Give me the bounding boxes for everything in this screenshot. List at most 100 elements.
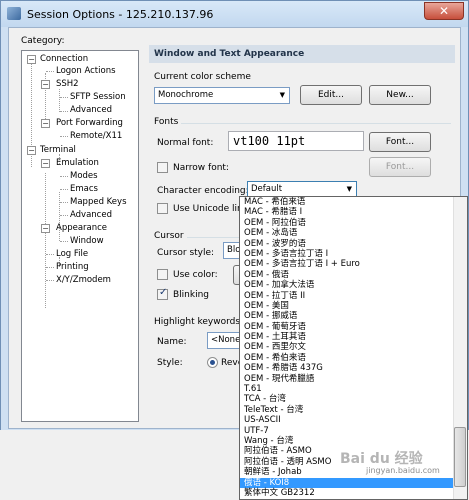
tree-connector xyxy=(60,97,68,98)
encoding-option[interactable]: MAC - 希腊语 I xyxy=(240,207,467,217)
category-label: Category: xyxy=(21,36,65,46)
fonts-label: Fonts xyxy=(154,117,179,127)
style-reverse-radio[interactable] xyxy=(207,357,218,368)
tree-item-log-file[interactable]: Log File xyxy=(56,249,88,260)
encoding-option[interactable]: OEM - 加拿大法语 xyxy=(240,280,467,290)
use-color-label: Use color: xyxy=(173,270,218,280)
tree-item-connection[interactable]: Connection xyxy=(40,54,88,65)
narrow-font-label: Narrow font: xyxy=(173,163,229,173)
tree-item-terminal[interactable]: Terminal xyxy=(40,145,76,156)
collapse-toggle[interactable]: − xyxy=(27,146,36,155)
title-bar[interactable]: Session Options - 125.210.137.96 ✕ xyxy=(1,1,468,27)
cursor-style-label: Cursor style: xyxy=(157,248,215,258)
tree-item-window[interactable]: Window xyxy=(70,236,104,247)
collapse-toggle[interactable]: − xyxy=(41,119,50,128)
tree-item-xyzmodem[interactable]: X/Y/Zmodem xyxy=(56,275,111,286)
cursor-label: Cursor xyxy=(154,231,184,241)
tree-item-appearance[interactable]: Appearance xyxy=(56,223,107,234)
encoding-option[interactable]: OEM - 現代希臘語 xyxy=(240,374,467,384)
tree-item-mapped-keys[interactable]: Mapped Keys xyxy=(70,197,127,208)
use-color-checkbox[interactable] xyxy=(157,269,168,280)
blinking-label: Blinking xyxy=(173,290,210,300)
encoding-option[interactable]: OEM - 拉丁语 II xyxy=(240,291,467,301)
narrow-font-checkbox[interactable] xyxy=(157,162,168,173)
encoding-option[interactable]: OEM - 阿拉伯语 xyxy=(240,218,467,228)
tree-item-ssh2[interactable]: SSH2 xyxy=(56,79,79,90)
encoding-option[interactable]: 俄语 - KOI8 xyxy=(240,477,467,488)
char-encoding-value: Default xyxy=(251,184,283,194)
tree-item-ssh2-advanced[interactable]: Advanced xyxy=(70,105,112,116)
group-divider xyxy=(181,123,451,124)
dropdown-scrollbar[interactable] xyxy=(453,197,467,499)
encoding-option[interactable]: OEM - 多语言拉丁语 I xyxy=(240,249,467,259)
tree-connector xyxy=(59,89,60,112)
tree-connector xyxy=(46,71,54,72)
encoding-option[interactable]: OEM - 冰岛语 xyxy=(240,228,467,238)
encoding-option[interactable]: OEM - 美国 xyxy=(240,301,467,311)
highlight-label: Highlight keywords xyxy=(154,317,241,327)
window-title: Session Options - 125.210.137.96 xyxy=(27,8,214,21)
tree-connector xyxy=(60,176,68,177)
color-scheme-select[interactable]: Monochrome ▼ xyxy=(154,87,290,104)
encoding-option[interactable]: OEM - 波罗的语 xyxy=(240,239,467,249)
collapse-toggle[interactable]: − xyxy=(27,55,36,64)
normal-font-display: vt100 11pt xyxy=(228,131,364,151)
encoding-option[interactable]: OEM - 俄语 xyxy=(240,270,467,280)
encoding-option[interactable]: OEM - 西里尔文 xyxy=(240,342,467,352)
tree-item-emulation-advanced[interactable]: Advanced xyxy=(70,210,112,221)
encoding-option[interactable]: TeleText - 台湾 xyxy=(240,405,467,415)
tree-connector xyxy=(60,136,68,137)
tree-item-logon-actions[interactable]: Logon Actions xyxy=(56,66,116,77)
encoding-option[interactable]: OEM - 希腊语 437G xyxy=(240,363,467,373)
normal-font-label: Normal font: xyxy=(157,138,214,148)
encoding-option[interactable]: OEM - 葡萄牙语 xyxy=(240,322,467,332)
encoding-option[interactable]: OEM - 希伯来语 xyxy=(240,353,467,363)
tree-item-remote-x11[interactable]: Remote/X11 xyxy=(70,131,122,142)
tree-connector xyxy=(45,173,46,308)
encoding-option[interactable]: US-ASCII xyxy=(240,415,467,425)
encoding-option[interactable]: MAC - 希伯来语 xyxy=(240,197,467,207)
highlight-style-label: Style: xyxy=(157,358,183,368)
collapse-toggle[interactable]: − xyxy=(41,80,50,89)
tree-item-port-forwarding[interactable]: Port Forwarding xyxy=(56,118,123,129)
narrow-font-button[interactable]: Font... xyxy=(369,157,431,177)
group-divider xyxy=(187,237,247,238)
new-scheme-button[interactable]: New... xyxy=(369,85,431,105)
encoding-option[interactable]: OEM - 土耳其语 xyxy=(240,332,467,342)
panel-header: Window and Text Appearance xyxy=(149,45,455,63)
tree-connector xyxy=(60,215,68,216)
tree-connector xyxy=(46,254,54,255)
scrollbar-thumb[interactable] xyxy=(454,427,466,487)
tree-item-emacs[interactable]: Emacs xyxy=(70,184,98,195)
tree-item-sftp-session[interactable]: SFTP Session xyxy=(70,92,126,103)
tree-item-printing[interactable]: Printing xyxy=(56,262,89,273)
encoding-option[interactable]: UTF-7 xyxy=(240,426,467,436)
encoding-option[interactable]: OEM - 多语言拉丁语 I + Euro xyxy=(240,259,467,269)
normal-font-button[interactable]: Font... xyxy=(369,132,431,152)
blinking-checkbox[interactable] xyxy=(157,287,168,300)
tree-connector xyxy=(60,111,68,112)
unicode-line-checkbox[interactable] xyxy=(157,203,168,214)
encoding-option[interactable]: 繁体中文 GB2312 xyxy=(240,488,467,498)
collapse-toggle[interactable]: − xyxy=(41,224,50,233)
watermark-logo: Bai du 经验 xyxy=(340,451,423,467)
chevron-down-icon: ▼ xyxy=(279,91,285,99)
tree-connector xyxy=(60,241,68,242)
tree-connector xyxy=(46,280,54,281)
color-scheme-label: Current color scheme xyxy=(154,72,251,82)
encoding-option[interactable]: OEM - 挪威语 xyxy=(240,311,467,321)
encoding-option[interactable]: T.61 xyxy=(240,384,467,394)
encoding-option[interactable]: Wang - 台湾 xyxy=(240,436,467,446)
chevron-down-icon: ▼ xyxy=(346,185,352,193)
category-tree[interactable]: − Connection Logon Actions − SSH2 SFTP S… xyxy=(21,50,139,422)
tree-connector xyxy=(60,202,68,203)
encoding-option[interactable]: TCA - 台湾 xyxy=(240,394,467,404)
tree-item-modes[interactable]: Modes xyxy=(70,171,98,182)
char-encoding-label: Character encoding: xyxy=(157,186,249,196)
close-button[interactable]: ✕ xyxy=(424,2,464,20)
collapse-toggle[interactable]: − xyxy=(41,159,50,168)
tree-item-emulation[interactable]: Emulation xyxy=(56,158,99,169)
edit-scheme-button[interactable]: Edit... xyxy=(300,85,362,105)
watermark-url: jingyan.baidu.com xyxy=(366,466,440,475)
app-icon xyxy=(7,7,21,20)
